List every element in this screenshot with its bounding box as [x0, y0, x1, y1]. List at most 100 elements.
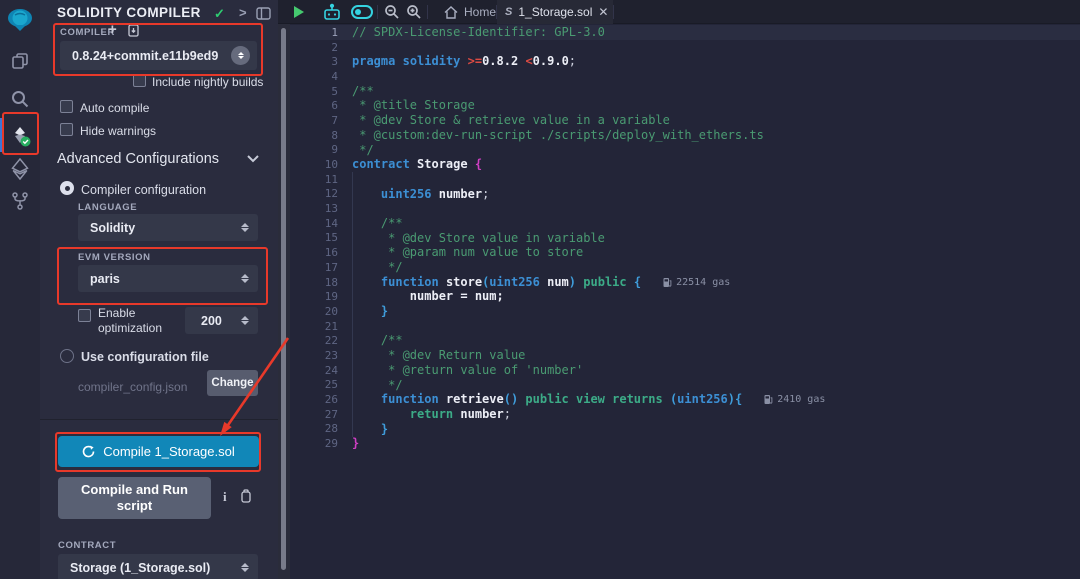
code-line[interactable]: 8 * @custom:dev-run-script ./scripts/dep…	[290, 128, 1080, 143]
compile-button[interactable]: Compile 1_Storage.sol	[58, 436, 259, 467]
code-line[interactable]: 17 */	[290, 260, 1080, 275]
line-number[interactable]: 8	[290, 129, 338, 142]
chevron-right-icon[interactable]: >	[239, 5, 247, 20]
code-text: /**	[352, 84, 374, 99]
code-line[interactable]: 12 uint256 number;	[290, 187, 1080, 202]
code-line[interactable]: 25 */	[290, 378, 1080, 393]
line-number[interactable]: 22	[290, 334, 338, 347]
code-line[interactable]: 18 function store(uint256 num) public {2…	[290, 275, 1080, 290]
line-number[interactable]: 23	[290, 349, 338, 362]
info-icon[interactable]: i	[223, 489, 227, 505]
line-number[interactable]: 4	[290, 70, 338, 83]
code-line[interactable]: 26 function retrieve() public view retur…	[290, 392, 1080, 407]
run-script-play-icon[interactable]	[294, 0, 304, 24]
documentation-panel-icon[interactable]	[256, 7, 271, 20]
code-line[interactable]: 7 * @dev Store & retrieve value in a var…	[290, 113, 1080, 128]
line-number[interactable]: 21	[290, 320, 338, 333]
line-number[interactable]: 3	[290, 55, 338, 68]
zoom-in-icon[interactable]	[406, 0, 422, 24]
git-icon[interactable]	[0, 188, 40, 214]
code-line[interactable]: 14 /**	[290, 216, 1080, 231]
zoom-out-icon[interactable]	[384, 0, 400, 24]
panel-scrollbar-track	[278, 24, 290, 579]
line-number[interactable]: 19	[290, 290, 338, 303]
line-number[interactable]: 12	[290, 187, 338, 200]
search-icon[interactable]	[0, 86, 40, 112]
code-text: function retrieve() public view returns …	[352, 392, 825, 407]
deploy-and-run-icon[interactable]	[0, 156, 40, 182]
download-compiler-icon[interactable]	[127, 24, 140, 37]
code-line[interactable]: 24 * @return value of 'number'	[290, 363, 1080, 378]
use-configuration-file-radio[interactable]	[60, 349, 74, 363]
line-number[interactable]: 13	[290, 202, 338, 215]
code-line[interactable]: 27 return number;	[290, 407, 1080, 422]
hide-warnings-checkbox[interactable]	[60, 123, 73, 136]
enable-optimization-checkbox[interactable]	[78, 309, 91, 322]
code-line[interactable]: 21	[290, 319, 1080, 334]
change-config-button[interactable]: Change	[207, 370, 258, 396]
code-line[interactable]: 5 /**	[290, 84, 1080, 99]
compile-and-run-button[interactable]: Compile and Run script	[58, 477, 211, 519]
file-explorer-icon[interactable]	[0, 48, 40, 74]
evm-version-select[interactable]: paris	[78, 265, 258, 292]
remix-logo-icon[interactable]	[0, 4, 40, 36]
line-number[interactable]: 1	[290, 26, 338, 39]
code-line[interactable]: 19 number = num;	[290, 289, 1080, 304]
close-tab-icon[interactable]: ✕	[598, 5, 608, 19]
line-number[interactable]: 14	[290, 217, 338, 230]
line-number[interactable]: 11	[290, 173, 338, 186]
code-line[interactable]: 13	[290, 201, 1080, 216]
line-number[interactable]: 9	[290, 143, 338, 156]
code-line[interactable]: 28 }	[290, 422, 1080, 437]
config-filename[interactable]: compiler_config.json	[78, 380, 187, 394]
code-line[interactable]: 22 /**	[290, 333, 1080, 348]
code-line[interactable]: 1// SPDX-License-Identifier: GPL-3.0	[290, 25, 1080, 40]
version-stepper-icon[interactable]	[231, 46, 250, 65]
chevron-down-icon[interactable]	[246, 154, 260, 163]
line-number[interactable]: 10	[290, 158, 338, 171]
compiler-version-select[interactable]: 0.8.24+commit.e11b9ed9	[60, 41, 257, 70]
line-number[interactable]: 24	[290, 364, 338, 377]
code-line[interactable]: 9 */	[290, 143, 1080, 158]
solidity-compiler-icon[interactable]	[0, 120, 40, 150]
language-select[interactable]: Solidity	[78, 214, 258, 241]
code-line[interactable]: 29}	[290, 436, 1080, 451]
code-line[interactable]: 10contract Storage {	[290, 157, 1080, 172]
line-number[interactable]: 6	[290, 99, 338, 112]
line-number[interactable]: 28	[290, 422, 338, 435]
code-line[interactable]: 2	[290, 40, 1080, 55]
code-line[interactable]: 15 * @dev Store value in variable	[290, 231, 1080, 246]
ai-assistant-robot-icon[interactable]	[322, 0, 342, 24]
line-number[interactable]: 25	[290, 378, 338, 391]
code-line[interactable]: 23 * @dev Return value	[290, 348, 1080, 363]
advanced-configurations-title[interactable]: Advanced Configurations	[57, 151, 219, 167]
line-number[interactable]: 18	[290, 276, 338, 289]
code-line[interactable]: 16 * @param num value to store	[290, 245, 1080, 260]
code-line[interactable]: 3pragma solidity >=0.8.2 <0.9.0;	[290, 54, 1080, 69]
compiler-configuration-radio[interactable]	[60, 181, 74, 195]
line-number[interactable]: 15	[290, 231, 338, 244]
ai-copilot-toggle-icon[interactable]	[351, 0, 373, 24]
line-number[interactable]: 7	[290, 114, 338, 127]
line-number[interactable]: 26	[290, 393, 338, 406]
code-line[interactable]: 6 * @title Storage	[290, 98, 1080, 113]
line-number[interactable]: 16	[290, 246, 338, 259]
code-line[interactable]: 4	[290, 69, 1080, 84]
code-editor[interactable]: 1// SPDX-License-Identifier: GPL-3.023pr…	[290, 24, 1080, 579]
nightly-builds-checkbox[interactable]	[133, 74, 146, 87]
add-compiler-icon[interactable]: +	[108, 21, 117, 38]
line-number[interactable]: 5	[290, 85, 338, 98]
line-number[interactable]: 27	[290, 408, 338, 421]
code-line[interactable]: 20 }	[290, 304, 1080, 319]
line-number[interactable]: 29	[290, 437, 338, 450]
panel-scrollbar-thumb[interactable]	[281, 28, 286, 570]
tab-1-storage-sol[interactable]: S 1_Storage.sol ✕	[497, 0, 613, 24]
code-line[interactable]: 11	[290, 172, 1080, 187]
line-number[interactable]: 17	[290, 261, 338, 274]
line-number[interactable]: 20	[290, 305, 338, 318]
auto-compile-checkbox[interactable]	[60, 100, 73, 113]
contract-select[interactable]: Storage (1_Storage.sol)	[58, 554, 258, 579]
copy-script-icon[interactable]	[239, 489, 252, 503]
optimization-runs-stepper[interactable]: 200	[185, 307, 258, 334]
line-number[interactable]: 2	[290, 41, 338, 54]
